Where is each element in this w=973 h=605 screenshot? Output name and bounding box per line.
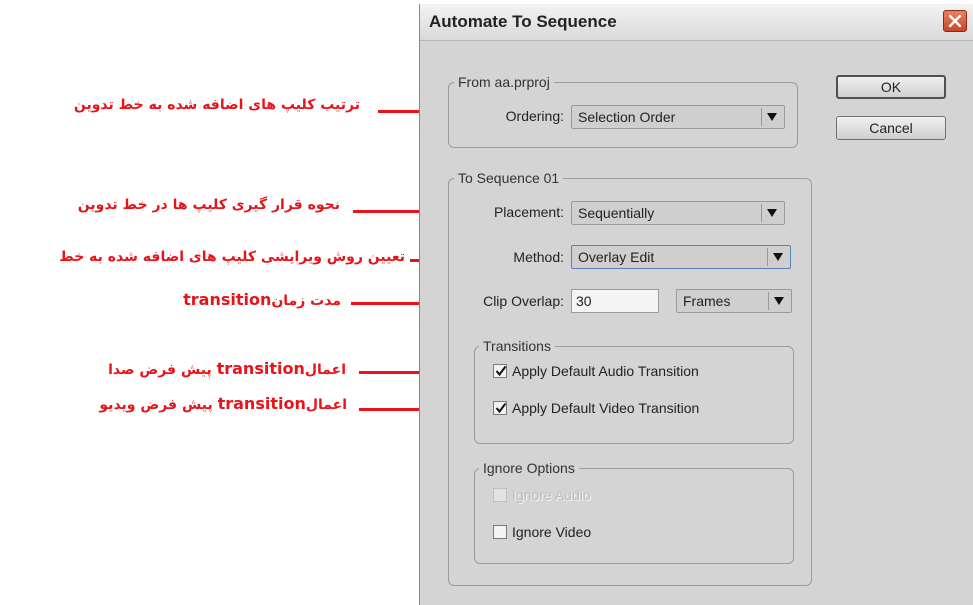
annotation-audio-post: پیش فرض صدا — [108, 362, 212, 378]
placement-label: Placement: — [493, 204, 564, 220]
annotation-video-en: transition — [217, 394, 306, 413]
checkmark-icon — [495, 402, 507, 414]
ignore-video-checkbox[interactable] — [493, 525, 507, 539]
chevron-down-icon — [767, 113, 777, 121]
dialog-titlebar[interactable]: Automate To Sequence — [420, 4, 973, 41]
transitions-group — [474, 346, 794, 444]
annotation-audio-en: transition — [216, 359, 305, 378]
ordering-select[interactable]: Selection Order — [571, 105, 785, 129]
from-project-legend: From aa.prproj — [454, 74, 554, 90]
close-icon — [948, 14, 962, 28]
annotation-video-transition: اعمالtransition پیش فرض ویدیو — [99, 394, 347, 413]
audio-transition-checkbox[interactable] — [493, 364, 507, 378]
clip-overlap-unit-select[interactable]: Frames — [676, 289, 792, 313]
method-label: Method: — [513, 249, 564, 265]
transitions-legend: Transitions — [479, 338, 555, 354]
ordering-dropdown-button[interactable] — [761, 108, 782, 126]
clip-overlap-unit-dropdown-button[interactable] — [768, 292, 789, 310]
placement-select-value: Sequentially — [578, 205, 655, 221]
annotation-placement: نحوه قرار گیری کلیپ ها در خط تدوین — [77, 197, 340, 213]
ordering-select-value: Selection Order — [578, 109, 676, 125]
annotation-method: تعیین روش ویرایشی کلیپ های اضافه شده به … — [59, 249, 405, 265]
annotation-clip-overlap-pre: مدت زمان — [271, 293, 341, 309]
ignore-audio-label: Ignore Audio — [512, 487, 591, 503]
chevron-down-icon — [767, 209, 777, 217]
method-select[interactable]: Overlay Edit — [571, 245, 791, 269]
automate-to-sequence-dialog: Automate To Sequence From aa.prproj Orde… — [419, 4, 973, 605]
annotation-audio-pre: اعمال — [304, 362, 346, 378]
annotation-video-post: پیش فرض ویدیو — [99, 397, 213, 413]
placement-dropdown-button[interactable] — [761, 204, 782, 222]
dialog-title: Automate To Sequence — [429, 12, 617, 31]
annotation-clip-overlap: مدت زمانtransition — [183, 290, 341, 309]
ignore-video-label[interactable]: Ignore Video — [512, 524, 591, 540]
ignore-options-group — [474, 468, 794, 564]
annotation-video-pre: اعمال — [305, 397, 347, 413]
ok-button[interactable]: OK — [836, 75, 946, 99]
annotation-ordering: ترتیب کلیپ های اضافه شده به خط تدوین — [73, 97, 360, 113]
method-dropdown-button[interactable] — [767, 248, 788, 266]
placement-select[interactable]: Sequentially — [571, 201, 785, 225]
ignore-audio-checkbox[interactable] — [493, 488, 507, 502]
checkmark-icon — [495, 365, 507, 377]
clip-overlap-input[interactable]: 30 — [571, 289, 659, 313]
video-transition-label[interactable]: Apply Default Video Transition — [512, 400, 699, 416]
method-select-value: Overlay Edit — [578, 249, 655, 265]
chevron-down-icon — [773, 253, 783, 261]
clip-overlap-unit-value: Frames — [683, 293, 731, 309]
audio-transition-label[interactable]: Apply Default Audio Transition — [512, 363, 699, 379]
video-transition-checkbox[interactable] — [493, 401, 507, 415]
ignore-options-legend: Ignore Options — [479, 460, 579, 476]
cancel-button[interactable]: Cancel — [836, 116, 946, 140]
to-sequence-legend: To Sequence 01 — [454, 170, 564, 186]
close-button[interactable] — [943, 10, 967, 32]
chevron-down-icon — [774, 297, 784, 305]
clip-overlap-label: Clip Overlap: — [483, 293, 564, 309]
annotation-audio-transition: اعمالtransition پیش فرض صدا — [108, 359, 346, 378]
annotation-clip-overlap-en: transition — [183, 290, 272, 309]
ordering-label: Ordering: — [505, 108, 564, 124]
